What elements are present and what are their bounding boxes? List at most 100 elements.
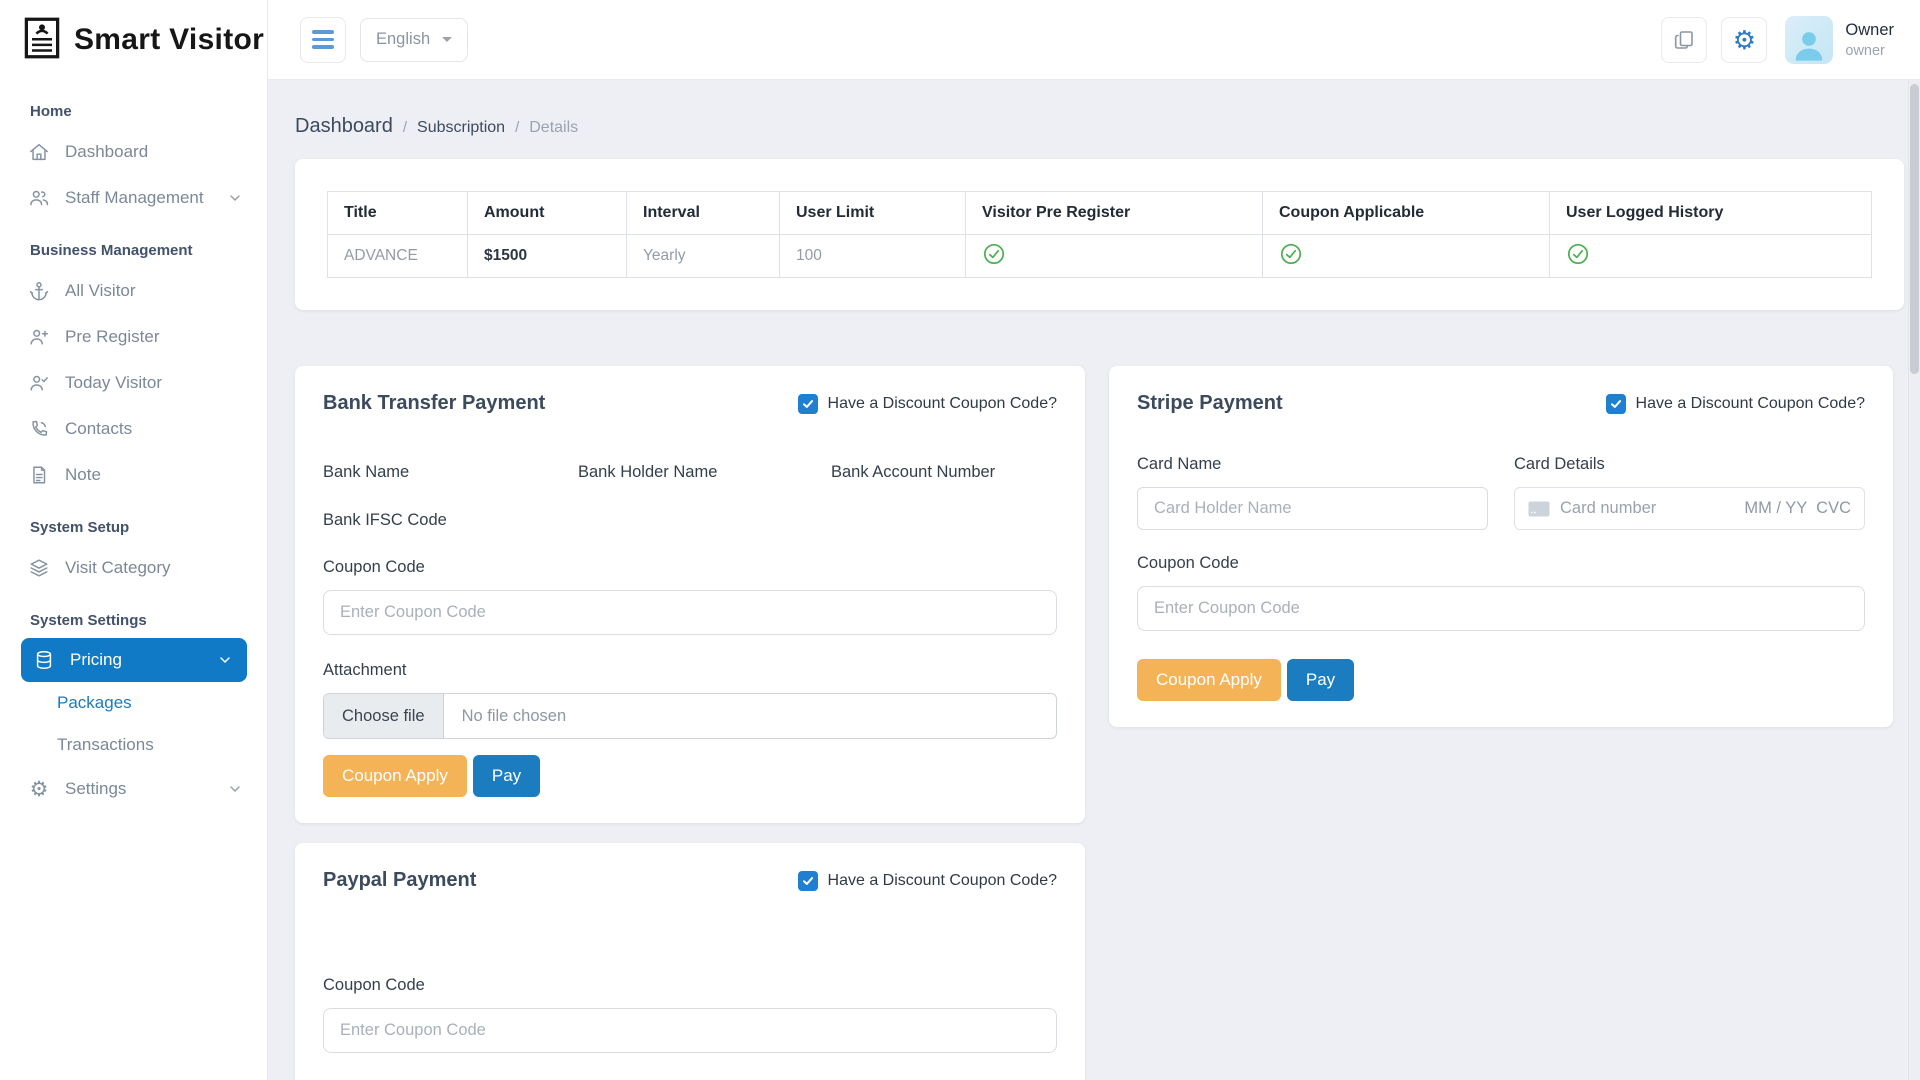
cell-user-logged-history	[1550, 235, 1872, 278]
user-info: Owner owner	[1845, 21, 1894, 59]
sidebar-item-contacts[interactable]: Contacts	[0, 406, 267, 452]
person-check-icon	[28, 372, 50, 394]
note-icon	[28, 464, 50, 486]
badge-id-card-icon	[22, 15, 62, 66]
sidebar-item-today-visitor[interactable]: Today Visitor	[0, 360, 267, 406]
check-circle-icon	[982, 242, 1006, 266]
cell-user-limit: 100	[780, 235, 966, 278]
sidebar-item-label: Settings	[65, 779, 126, 799]
coupon-checkbox-label: Have a Discount Coupon Code?	[828, 395, 1057, 413]
sidebar-item-label: Dashboard	[65, 142, 148, 162]
paypal-coupon-code-label: Coupon Code	[323, 976, 1057, 995]
bank-coupon-code-input[interactable]	[323, 590, 1057, 635]
plan-table-card: Title Amount Interval User Limit Visitor…	[295, 159, 1904, 310]
stripe-coupon-apply-button[interactable]: Coupon Apply	[1137, 659, 1281, 701]
sidebar-item-label: Visit Category	[65, 558, 171, 578]
sidebar-item-label: Pre Register	[65, 327, 159, 347]
person-icon	[1789, 24, 1829, 64]
coupon-checkbox-label: Have a Discount Coupon Code?	[828, 872, 1057, 890]
scrollbar-thumb[interactable]	[1910, 84, 1919, 374]
topbar: English ⚙ Owner owner	[268, 0, 1920, 80]
database-icon	[33, 649, 55, 671]
col-user-logged-history: User Logged History	[1550, 192, 1872, 235]
cell-visitor-pre-register	[966, 235, 1263, 278]
language-dropdown[interactable]: English	[360, 18, 468, 62]
bank-transfer-card: Bank Transfer Payment Have a Discount Co…	[295, 366, 1085, 823]
attachment-file-input[interactable]: Choose file No file chosen	[323, 693, 1057, 739]
sidebar-item-label: All Visitor	[65, 281, 136, 301]
bank-name-label: Bank Name	[323, 463, 578, 482]
gear-icon: ⚙	[28, 779, 50, 800]
copy-pages-icon	[1672, 28, 1696, 52]
sidebar-item-label: Note	[65, 465, 101, 485]
person-plus-icon	[28, 326, 50, 348]
sidebar-subitem-packages[interactable]: Packages	[0, 682, 267, 724]
card-holder-name-input[interactable]	[1137, 487, 1488, 530]
stripe-coupon-code-label: Coupon Code	[1137, 554, 1865, 573]
cell-amount: $1500	[468, 235, 627, 278]
checkbox-checked-icon[interactable]	[798, 394, 818, 414]
stripe-pay-button[interactable]: Pay	[1287, 659, 1354, 701]
chevron-down-icon	[217, 652, 233, 668]
bank-pay-button[interactable]: Pay	[473, 755, 540, 797]
sidebar-item-note[interactable]: System Setup Note	[0, 452, 267, 498]
card-name-label: Card Name	[1137, 455, 1488, 474]
nav-section-system-settings: System Settings	[0, 591, 267, 638]
app-window: Smart Visitor Home Dashboard Staff Manag…	[0, 0, 1920, 1080]
phone-icon	[28, 418, 50, 440]
card-number-placeholder: Card number	[1560, 499, 1656, 518]
col-user-limit: User Limit	[780, 192, 966, 235]
paypal-coupon-code-input[interactable]	[323, 1008, 1057, 1053]
paypal-coupon-checkbox-row[interactable]: Have a Discount Coupon Code?	[798, 871, 1057, 891]
user-name: Owner	[1845, 21, 1894, 40]
stripe-coupon-code-input[interactable]	[1137, 586, 1865, 631]
sidebar: Smart Visitor Home Dashboard Staff Manag…	[0, 0, 268, 1080]
sidebar-item-visit-category[interactable]: Visit Category	[0, 545, 267, 591]
checkbox-checked-icon[interactable]	[1606, 394, 1626, 414]
user-menu[interactable]: Owner owner	[1785, 16, 1894, 64]
nav-section-system-setup: System Setup	[0, 498, 267, 545]
bank-coupon-code-label: Coupon Code	[323, 558, 1057, 577]
copy-pages-button[interactable]	[1661, 17, 1707, 63]
sidebar-item-pricing[interactable]: Pricing	[21, 638, 247, 682]
sidebar-subitem-transactions[interactable]: Transactions	[0, 724, 267, 766]
bank-holder-name-label: Bank Holder Name	[578, 463, 831, 482]
avatar	[1785, 16, 1833, 64]
breadcrumb-dashboard[interactable]: Dashboard	[295, 115, 393, 138]
anchor-icon	[28, 280, 50, 302]
settings-button[interactable]: ⚙	[1721, 17, 1767, 63]
home-icon	[28, 141, 50, 163]
card-expiry-cvc-placeholder: MM / YY CVC	[1744, 499, 1851, 518]
sidebar-item-staff-management[interactable]: Staff Management	[0, 175, 267, 221]
col-amount: Amount	[468, 192, 627, 235]
bank-coupon-checkbox-row[interactable]: Have a Discount Coupon Code?	[798, 394, 1057, 414]
sidebar-item-label: Staff Management	[65, 188, 204, 208]
card-number-input[interactable]: Card number MM / YY CVC	[1514, 487, 1865, 530]
brand-logo[interactable]: Smart Visitor	[0, 0, 267, 80]
file-status-text: No file chosen	[462, 707, 567, 726]
breadcrumb-subscription[interactable]: Subscription	[417, 119, 505, 137]
menu-toggle-button[interactable]	[300, 17, 346, 63]
chevron-down-icon	[227, 781, 243, 797]
col-interval: Interval	[627, 192, 780, 235]
stripe-card-title: Stripe Payment	[1137, 392, 1283, 415]
bank-coupon-apply-button[interactable]: Coupon Apply	[323, 755, 467, 797]
users-icon	[28, 187, 50, 209]
bank-card-title: Bank Transfer Payment	[323, 392, 545, 415]
paypal-card: Paypal Payment Have a Discount Coupon Co…	[295, 843, 1085, 1080]
sidebar-item-dashboard[interactable]: Dashboard	[0, 129, 267, 175]
sidebar-item-pre-register[interactable]: Pre Register	[0, 314, 267, 360]
vertical-scrollbar[interactable]	[1908, 80, 1920, 1080]
sidebar-item-all-visitor[interactable]: All Visitor	[0, 268, 267, 314]
check-circle-icon	[1279, 242, 1303, 266]
hamburger-icon	[312, 30, 334, 49]
choose-file-button[interactable]: Choose file	[324, 694, 444, 738]
sidebar-nav: Home Dashboard Staff Management Business…	[0, 80, 267, 812]
cell-interval: Yearly	[627, 235, 780, 278]
sidebar-item-settings[interactable]: ⚙ Settings	[0, 766, 267, 812]
cell-coupon-applicable	[1263, 235, 1550, 278]
language-label: English	[376, 30, 430, 49]
checkbox-checked-icon[interactable]	[798, 871, 818, 891]
sidebar-item-label: Contacts	[65, 419, 132, 439]
stripe-coupon-checkbox-row[interactable]: Have a Discount Coupon Code?	[1606, 394, 1865, 414]
